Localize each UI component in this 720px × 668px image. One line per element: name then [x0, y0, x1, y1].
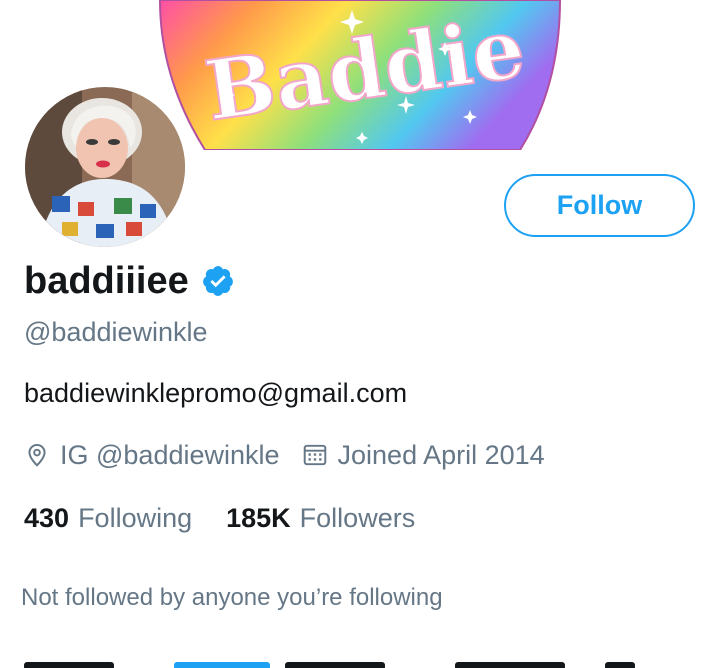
handle: @baddiewinkle — [24, 317, 208, 347]
name-row: baddiiiee — [24, 258, 235, 304]
location-pin-icon — [24, 442, 50, 468]
profile-tabs-peek — [0, 650, 720, 668]
following-link[interactable]: 430 Following — [24, 502, 192, 534]
followers-label: Followers — [299, 503, 416, 533]
tab-peek-5[interactable] — [605, 662, 635, 668]
followers-link[interactable]: 185K Followers — [226, 502, 415, 534]
tab-peek-4[interactable] — [455, 662, 565, 668]
tab-peek-2[interactable] — [174, 662, 270, 668]
tab-peek-1[interactable] — [24, 662, 114, 668]
profile-meta: IG @baddiewinkle Joined April 2014 — [24, 439, 545, 471]
joined-date: Joined April 2014 — [337, 440, 545, 470]
verified-badge-icon — [202, 266, 233, 296]
bio-text[interactable]: baddiewinklepromo@gmail.com — [24, 377, 407, 409]
followers-count: 185K — [226, 503, 291, 533]
follow-stats: 430 Following 185K Followers — [24, 502, 415, 534]
following-count: 430 — [24, 503, 70, 533]
following-label: Following — [78, 503, 193, 533]
follow-button[interactable]: Follow — [504, 174, 695, 237]
calendar-icon — [302, 442, 328, 468]
avatar[interactable] — [22, 84, 188, 250]
display-name: baddiiiee — [24, 260, 189, 302]
profile-page: Baddie Follow baddiiiee @baddiewinkle ba… — [0, 0, 720, 668]
followed-by-notice: Not followed by anyone you’re following — [21, 584, 443, 611]
avatar-photo — [22, 84, 188, 250]
tab-peek-3[interactable] — [285, 662, 385, 668]
location-text: IG @baddiewinkle — [60, 440, 280, 470]
